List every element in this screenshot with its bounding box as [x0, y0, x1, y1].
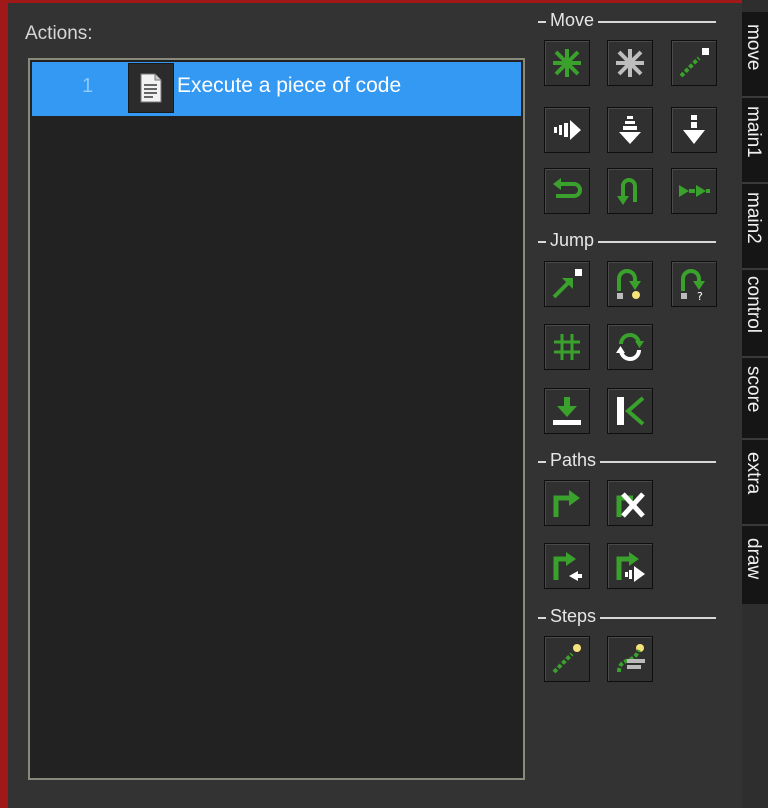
move-free-button[interactable] — [607, 40, 653, 86]
tab-separator — [742, 96, 768, 98]
speed-horizontal-button[interactable] — [544, 107, 590, 153]
move-to-contact-button[interactable] — [544, 388, 590, 434]
tab-control[interactable]: control — [742, 276, 768, 352]
move-contact-icon — [553, 397, 581, 425]
section-jump: Jump — [538, 230, 716, 252]
jump-start-icon — [617, 269, 641, 299]
reverse-vertical-icon — [617, 178, 637, 205]
jump-to-position-button[interactable] — [544, 261, 590, 307]
tab-separator — [742, 524, 768, 526]
section-steps: Steps — [538, 606, 716, 628]
step-towards-button[interactable] — [544, 636, 590, 682]
tab-main1[interactable]: main1 — [742, 106, 768, 176]
end-path-button[interactable] — [607, 480, 653, 526]
tab-draw[interactable]: draw — [742, 538, 768, 594]
tab-move-label: move — [743, 24, 764, 71]
actions-label: Actions: — [25, 23, 93, 44]
reverse-horizontal-button[interactable] — [544, 168, 590, 214]
reverse-vertical-button[interactable] — [607, 168, 653, 214]
wrap-icon — [616, 333, 644, 361]
step-avoiding-button[interactable] — [607, 636, 653, 682]
path-speed-icon — [616, 552, 645, 582]
jump-to-start-button[interactable] — [607, 261, 653, 307]
action-palette: Move Jump ? Paths Steps — [532, 0, 738, 808]
jump-position-icon — [552, 269, 582, 299]
set-path-button[interactable] — [544, 480, 590, 526]
path-end-icon — [616, 492, 645, 518]
star-arrows-green-icon — [553, 49, 581, 77]
step-towards-icon — [552, 644, 581, 674]
path-speed-button[interactable] — [607, 543, 653, 589]
section-move: Move — [538, 10, 716, 32]
section-jump-label: Jump — [546, 230, 599, 251]
section-paths-label: Paths — [546, 450, 601, 471]
tab-extra-label: extra — [743, 452, 764, 495]
tab-extra[interactable]: extra — [742, 452, 768, 512]
wrap-screen-button[interactable] — [607, 324, 653, 370]
section-paths: Paths — [538, 450, 716, 472]
action-item-execute-code[interactable]: 1 Execute a piece of code — [32, 62, 521, 116]
tab-separator — [742, 356, 768, 358]
speed-vertical-button[interactable] — [607, 107, 653, 153]
bounce-icon — [617, 396, 645, 426]
path-start-icon — [553, 490, 580, 517]
svg-text:?: ? — [697, 290, 703, 301]
star-arrows-gray-icon — [616, 49, 644, 77]
move-fixed-button[interactable] — [544, 40, 590, 86]
tab-separator — [742, 268, 768, 270]
action-label: Execute a piece of code — [177, 74, 402, 97]
tab-separator — [742, 182, 768, 184]
grid-icon — [554, 334, 580, 360]
tab-main2-label: main2 — [743, 192, 764, 244]
actions-list[interactable]: 1 Execute a piece of code — [28, 58, 525, 780]
tab-separator — [742, 438, 768, 440]
path-position-icon — [553, 552, 582, 581]
set-friction-button[interactable] — [671, 168, 717, 214]
section-steps-label: Steps — [546, 606, 601, 627]
align-to-grid-button[interactable] — [544, 324, 590, 370]
bounce-button[interactable] — [607, 388, 653, 434]
tab-main1-label: main1 — [743, 106, 764, 158]
gravity-icon — [683, 115, 705, 144]
document-icon — [128, 63, 174, 113]
vertical-speed-icon — [619, 116, 641, 144]
tab-control-label: control — [743, 276, 764, 334]
horizontal-speed-icon — [554, 120, 581, 140]
tab-move[interactable]: move — [742, 24, 768, 88]
tab-main2[interactable]: main2 — [742, 192, 768, 262]
reverse-horizontal-icon — [553, 178, 582, 198]
tab-score-label: score — [743, 366, 764, 413]
friction-icon — [679, 185, 710, 197]
jump-random-icon: ? — [681, 269, 705, 301]
diagonal-arrow-icon — [679, 48, 709, 78]
jump-to-random-button[interactable]: ? — [671, 261, 717, 307]
set-gravity-button[interactable] — [671, 107, 717, 153]
move-towards-button[interactable] — [671, 40, 717, 86]
action-number: 1 — [82, 75, 94, 97]
step-avoiding-icon — [617, 644, 645, 673]
section-move-label: Move — [546, 10, 599, 31]
path-position-button[interactable] — [544, 543, 590, 589]
tab-score[interactable]: score — [742, 366, 768, 430]
tab-draw-label: draw — [743, 538, 764, 580]
